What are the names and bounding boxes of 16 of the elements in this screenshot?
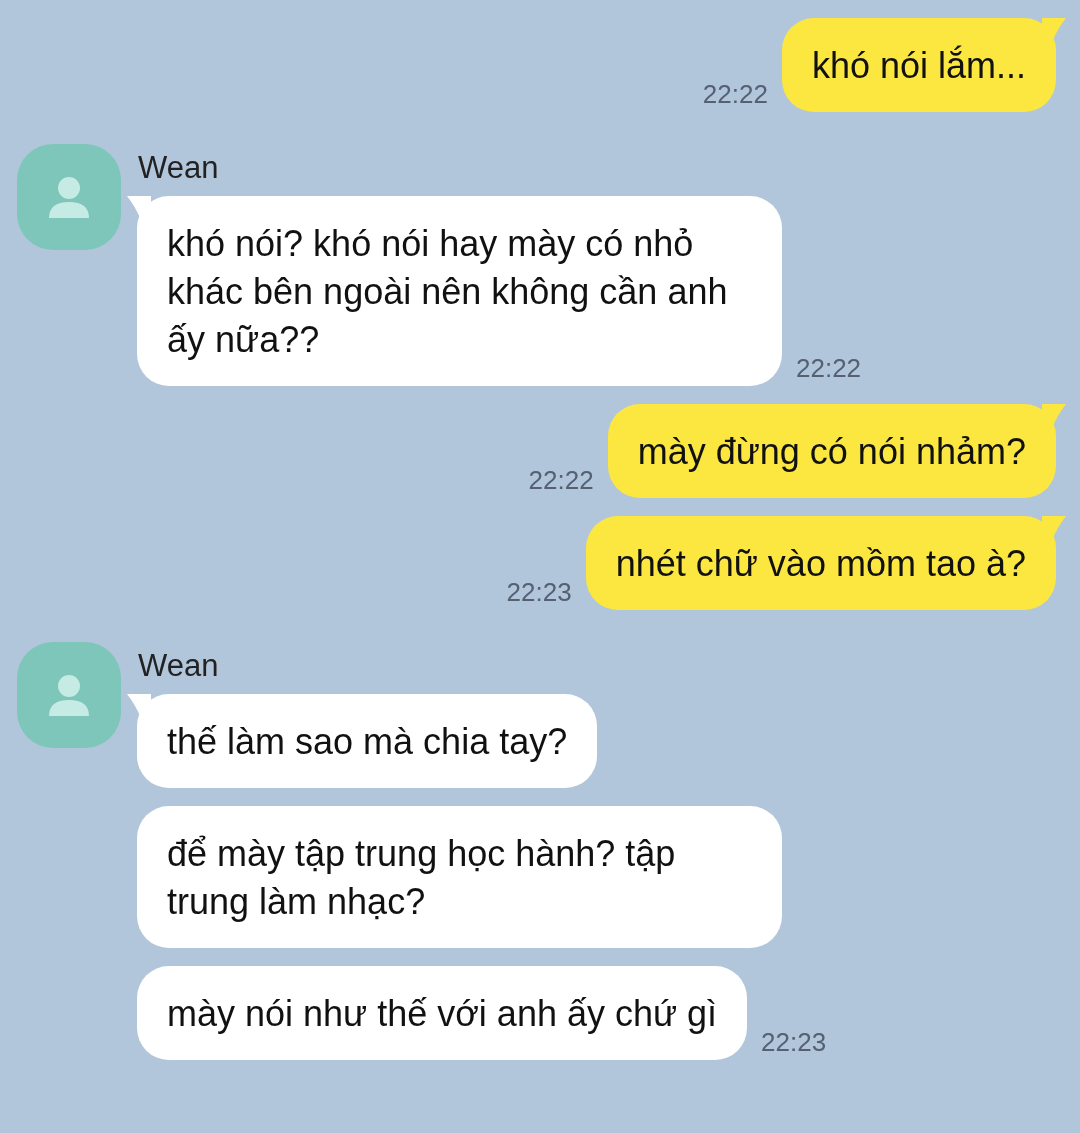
bubble-tail	[1042, 404, 1066, 428]
avatar-icon[interactable]	[17, 642, 121, 748]
sender-name: Wean	[138, 150, 220, 186]
message-time: 22:22	[796, 353, 862, 384]
bubble-tail	[1042, 516, 1066, 540]
bubble-tail	[1042, 18, 1066, 42]
message-time: 22:22	[702, 79, 768, 110]
sender-name: Wean	[138, 648, 220, 684]
bubble-tail	[127, 694, 151, 718]
message-time: 22:22	[528, 465, 594, 496]
message-time: 22:23	[506, 577, 572, 608]
message-time: 22:23	[761, 1027, 827, 1058]
message-bubble: để mày tập trung học hành? tập trung làm nhạc?	[137, 806, 782, 948]
avatar-icon[interactable]	[17, 144, 121, 250]
bubble-tail	[127, 196, 151, 220]
message-bubble: mày nói như thế với anh ấy chứ gì	[137, 966, 748, 1060]
